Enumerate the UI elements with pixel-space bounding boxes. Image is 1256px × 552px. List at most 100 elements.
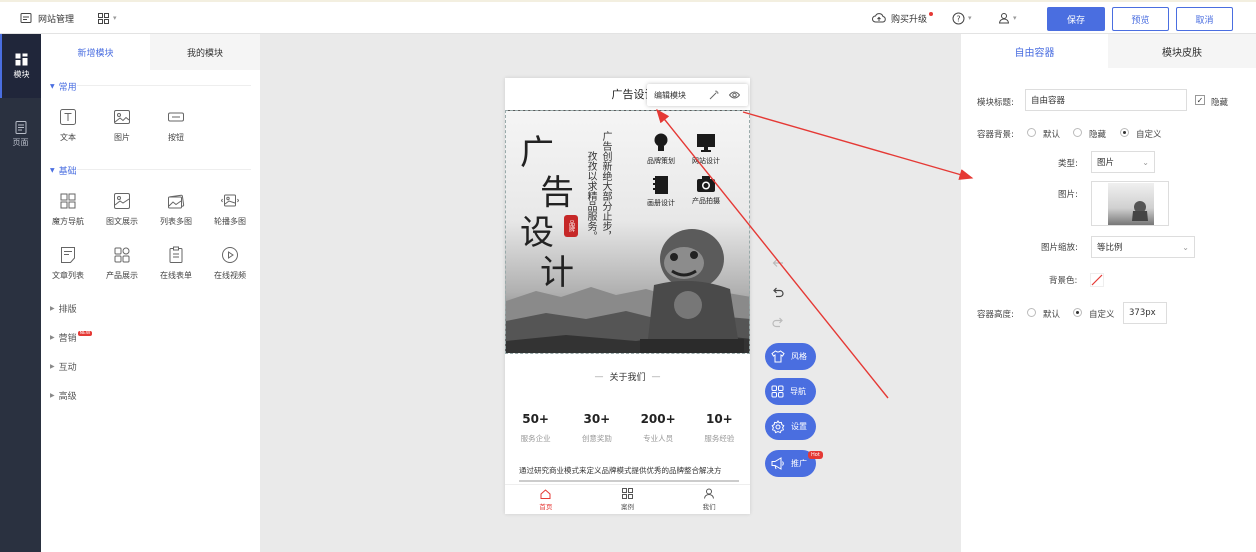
magic-wand-icon[interactable] xyxy=(709,90,719,100)
section-label: 互动 xyxy=(58,363,77,373)
svg-text:?: ? xyxy=(956,14,960,23)
about-paragraph: 通过研究商业模式来定义品牌模式提供优秀的品牌整合解决方 xyxy=(519,466,722,475)
module-label: 图文展示 xyxy=(106,217,138,226)
module-text[interactable]: 文本 xyxy=(42,108,94,154)
bottom-nav-label: 我们 xyxy=(702,503,716,511)
module-button[interactable]: 按钮 xyxy=(150,108,202,154)
height-input[interactable]: 373px xyxy=(1123,302,1167,324)
slogan-line: 孜孜以求精品服务。 xyxy=(585,151,596,241)
hot-badge: Hot xyxy=(808,451,823,459)
edit-module-button[interactable]: 编辑模块 xyxy=(654,90,686,101)
site-icon xyxy=(20,13,32,23)
title-dash: — xyxy=(651,371,661,382)
bottom-nav-home[interactable]: 首页 xyxy=(505,485,587,514)
service-brochure: 画册设计 xyxy=(636,175,686,208)
phone-preview: 广告设计 广 告 设 计 品牌 广告创新绝大部分止步， 孜孜以求精品服务。 品牌… xyxy=(505,78,750,514)
tab-module-skin[interactable]: 模块皮肤 xyxy=(1108,34,1256,68)
site-manage-menu[interactable]: 网站管理 xyxy=(20,2,74,34)
section-interact[interactable]: ▶ 互动 xyxy=(50,360,77,373)
tab-new-modules[interactable]: 新增模块 xyxy=(41,34,150,70)
navigation-button[interactable]: 导航 xyxy=(765,378,816,405)
bottom-nav-label: 案例 xyxy=(621,503,634,511)
module-label: 文本 xyxy=(60,133,76,142)
apps-menu[interactable]: ▾ xyxy=(98,2,117,34)
hide-checkbox[interactable]: ✓ xyxy=(1195,95,1205,105)
bg-default-label: 默认 xyxy=(1043,130,1061,140)
scale-label: 图片缩放: xyxy=(1041,243,1078,253)
section-layout[interactable]: ▶ 排版 xyxy=(50,302,77,315)
grid-icon xyxy=(15,53,28,65)
bg-hide-radio[interactable] xyxy=(1073,128,1082,137)
tab-free-container[interactable]: 自由容器 xyxy=(961,34,1108,68)
section-marketing[interactable]: ▶ 营销 NEW xyxy=(50,331,93,344)
bg-custom-radio[interactable] xyxy=(1120,128,1129,137)
article-icon xyxy=(61,247,75,263)
top-bar: 网站管理 ▾ 购买升级 ? ▾ ▾ 保存 预览 取消 xyxy=(0,0,1256,34)
lightbulb-icon xyxy=(654,133,668,151)
section-advanced[interactable]: ▶ 高级 xyxy=(50,389,77,402)
height-default-radio[interactable] xyxy=(1027,308,1036,317)
section-common[interactable]: ▼ 常用 xyxy=(50,80,77,93)
module-online-video[interactable]: 在线视频 xyxy=(204,246,256,292)
height-custom-radio[interactable] xyxy=(1073,308,1082,317)
type-value: 图片 xyxy=(1097,158,1115,168)
module-image-text[interactable]: 图文展示 xyxy=(96,192,148,238)
module-magic-nav[interactable]: 魔方导航 xyxy=(42,192,94,238)
service-label: 品牌策划 xyxy=(647,157,675,165)
cases-grid-icon xyxy=(622,488,633,499)
tab-my-modules[interactable]: 我的模块 xyxy=(150,34,260,70)
section-label: 基础 xyxy=(58,167,77,177)
module-label: 在线表单 xyxy=(160,271,192,280)
upgrade-label: 购买升级 xyxy=(891,14,928,25)
module-tabs: 新增模块 我的模块 xyxy=(41,34,260,70)
color-swatch-none[interactable] xyxy=(1090,273,1104,287)
about-section-title: — 关于我们 — xyxy=(505,370,750,384)
section-basic[interactable]: ▼ 基础 xyxy=(50,164,77,177)
module-label: 按钮 xyxy=(168,133,184,142)
settings-button[interactable]: 设置 xyxy=(765,413,816,440)
stats-row: 50+ 服务企业 30+ 创意奖励 200+ 专业人员 10+ 服务经验 xyxy=(505,412,750,448)
type-select[interactable]: 图片 ⌄ xyxy=(1091,151,1155,173)
calligraphy-title: 广 告 设 计 xyxy=(520,133,574,293)
module-carousel[interactable]: 轮播多图 xyxy=(204,192,256,238)
module-image[interactable]: 图片 xyxy=(96,108,148,154)
image-picker[interactable] xyxy=(1091,181,1169,226)
nav-item-pages[interactable]: 页面 xyxy=(0,102,41,166)
preview-button[interactable]: 预览 xyxy=(1112,7,1169,31)
vertical-slogan: 广告创新绝大部分止步， 孜孜以求精品服务。 xyxy=(584,131,611,241)
module-product-display[interactable]: 产品展示 xyxy=(96,246,148,292)
eye-icon[interactable] xyxy=(729,90,740,100)
bottom-nav-cases[interactable]: 案例 xyxy=(587,485,669,514)
module-list-images[interactable]: 列表多图 xyxy=(150,192,202,238)
help-menu[interactable]: ? ▾ xyxy=(952,2,972,34)
title-dash: — xyxy=(594,371,604,382)
redo-icon[interactable] xyxy=(772,317,784,328)
calligraphy-char: 广 xyxy=(520,133,554,173)
scale-select[interactable]: 等比例 ⌄ xyxy=(1091,236,1195,258)
user-menu[interactable]: ▾ xyxy=(998,2,1017,34)
module-title-input[interactable]: 自由容器 xyxy=(1025,89,1187,111)
save-button[interactable]: 保存 xyxy=(1047,7,1105,31)
banner-free-container[interactable]: 广 告 设 计 品牌 广告创新绝大部分止步， 孜孜以求精品服务。 品牌策划 网站… xyxy=(505,110,750,354)
module-online-form[interactable]: 在线表单 xyxy=(150,246,202,292)
undo-icon[interactable] xyxy=(772,287,784,298)
caret-right-icon: ▶ xyxy=(50,392,55,399)
bottom-nav-about[interactable]: 我们 xyxy=(668,485,750,514)
back-arrow-icon[interactable] xyxy=(772,258,784,268)
module-label: 产品展示 xyxy=(106,271,138,280)
stat-value: 10+ xyxy=(705,412,733,426)
bg-default-radio[interactable] xyxy=(1027,128,1036,137)
module-label: 列表多图 xyxy=(160,217,192,226)
gear-icon xyxy=(771,419,785,433)
section-label: 常用 xyxy=(58,83,77,93)
style-button[interactable]: 风格 xyxy=(765,343,816,370)
module-article-list[interactable]: 文章列表 xyxy=(42,246,94,292)
new-badge: NEW xyxy=(77,331,93,336)
cancel-button[interactable]: 取消 xyxy=(1176,7,1233,31)
service-brand: 品牌策划 xyxy=(636,133,686,166)
nav-item-modules[interactable]: 模块 xyxy=(0,34,41,98)
stat-item: 50+ 服务企业 xyxy=(505,412,566,448)
chevron-down-icon: ▾ xyxy=(968,14,972,22)
upgrade-link[interactable]: 购买升级 xyxy=(872,2,934,34)
stat-value: 200+ xyxy=(640,412,676,426)
